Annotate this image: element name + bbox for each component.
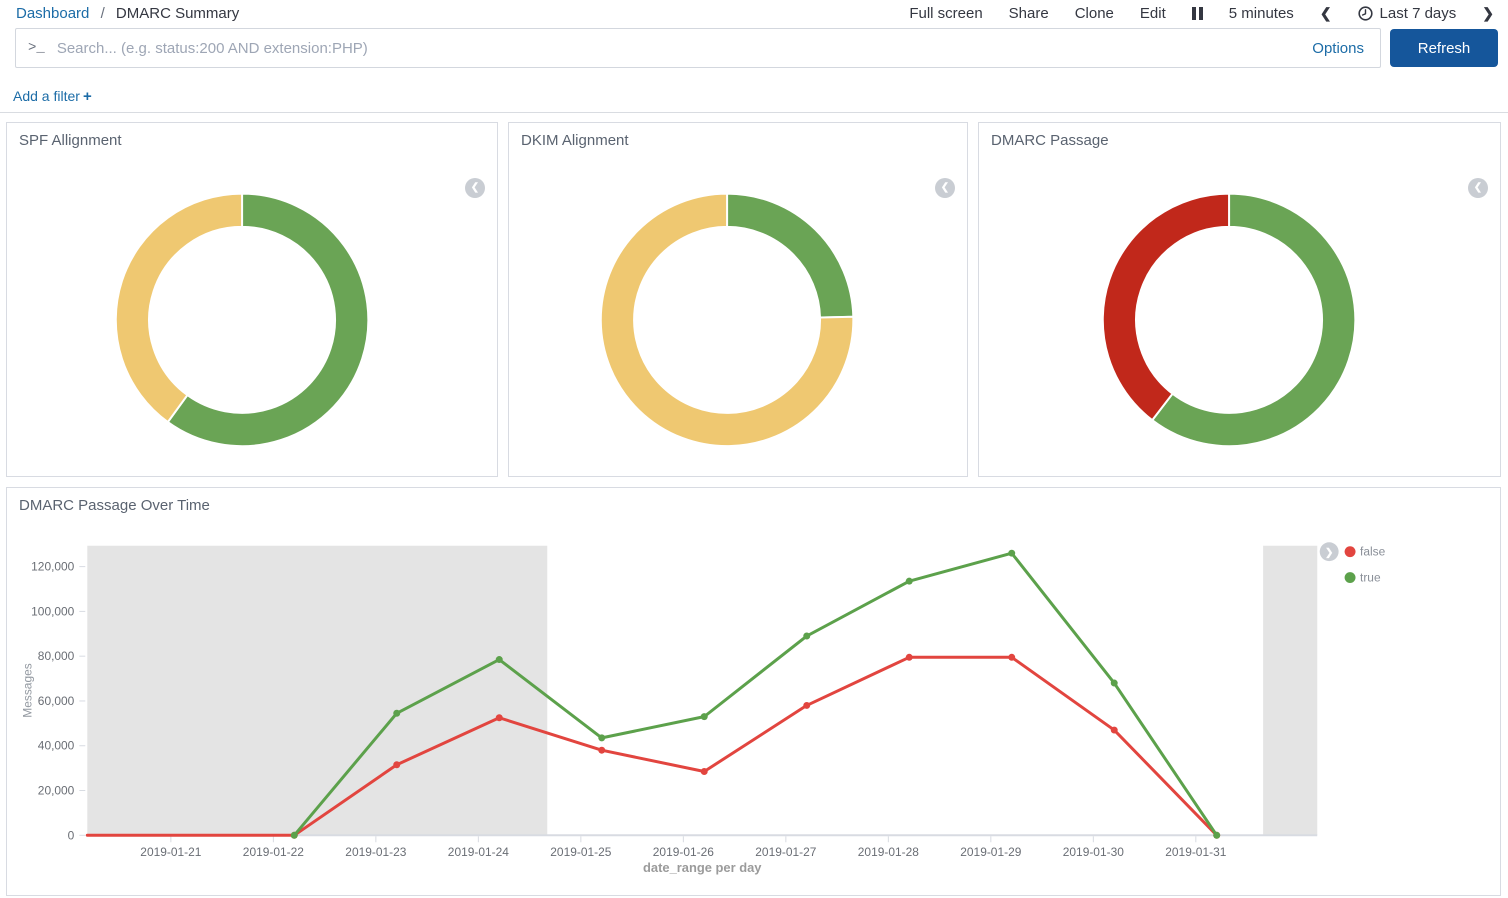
dashboard-actions: Full screen Share Clone Edit 5 minutes ❮… (909, 5, 1494, 22)
y-axis-title: Messages (21, 663, 35, 717)
refresh-button[interactable]: Refresh (1390, 29, 1498, 67)
x-tick-label: 2019-01-29 (960, 845, 1021, 859)
clock-icon (1358, 6, 1373, 21)
dkim-alignment-donut-chart (509, 123, 967, 476)
data-point-true[interactable] (1213, 832, 1220, 839)
data-point-false[interactable] (803, 702, 810, 709)
donut-slice-yellow[interactable] (116, 194, 242, 422)
svg-text:❯: ❯ (1325, 547, 1333, 558)
legend-item-false[interactable]: false (1345, 545, 1386, 559)
page-title: DMARC Summary (116, 5, 239, 22)
data-point-true[interactable] (598, 734, 605, 741)
share-button[interactable]: Share (1009, 5, 1049, 22)
edit-button[interactable]: Edit (1140, 5, 1166, 22)
data-point-true[interactable] (1008, 550, 1015, 557)
y-tick-label: 40,000 (38, 739, 75, 753)
search-input[interactable] (57, 40, 1296, 57)
options-link[interactable]: Options (1296, 40, 1380, 57)
legend-toggle-icon[interactable]: ❮ (1468, 178, 1488, 198)
svg-text:true: true (1360, 571, 1381, 585)
panel-dkim-alignment: DKIM Alignment ❮ (508, 122, 968, 477)
time-forward-icon[interactable]: ❯ (1482, 5, 1494, 22)
breadcrumb: Dashboard / DMARC Summary (16, 5, 239, 22)
data-point-true[interactable] (393, 710, 400, 717)
time-back-icon[interactable]: ❮ (1320, 5, 1332, 22)
y-tick-label: 80,000 (38, 649, 75, 663)
spf-alignment-donut-chart (7, 123, 497, 476)
y-tick-label: 100,000 (31, 604, 75, 618)
x-tick-label: 2019-01-28 (858, 845, 919, 859)
filter-bar: Add a filter+ (0, 68, 1508, 113)
full-screen-button[interactable]: Full screen (909, 5, 982, 22)
data-point-true[interactable] (906, 578, 913, 585)
x-tick-label: 2019-01-24 (448, 845, 509, 859)
breadcrumb-dashboard-link[interactable]: Dashboard (16, 5, 89, 22)
x-tick-label: 2019-01-27 (755, 845, 816, 859)
search-box: >_ Options (15, 28, 1381, 68)
panel-dmarc-passage: DMARC Passage ❮ (978, 122, 1501, 477)
donut-slice-green[interactable] (727, 194, 853, 318)
data-point-true[interactable] (291, 832, 298, 839)
legend-toggle-icon[interactable]: ❮ (465, 178, 485, 198)
data-point-false[interactable] (1111, 727, 1118, 734)
svg-text:false: false (1360, 545, 1386, 559)
y-tick-label: 0 (68, 828, 75, 842)
x-tick-label: 2019-01-31 (1165, 845, 1226, 859)
data-point-false[interactable] (598, 747, 605, 754)
x-tick-label: 2019-01-22 (243, 845, 304, 859)
breadcrumb-separator: / (101, 5, 105, 22)
query-bar: >_ Options Refresh (0, 26, 1508, 68)
data-point-true[interactable] (496, 656, 503, 663)
console-prompt-icon: >_ (16, 40, 57, 56)
y-tick-label: 20,000 (38, 783, 75, 797)
data-point-true[interactable] (1111, 680, 1118, 687)
donut-slice-red[interactable] (1103, 194, 1229, 421)
kibana-dashboard-page: Dashboard / DMARC Summary Full screen Sh… (0, 0, 1508, 898)
data-point-true[interactable] (803, 633, 810, 640)
panel-dmarc-passage-over-time: DMARC Passage Over Time 2019-01-212019-0… (6, 487, 1501, 896)
x-axis-title: date_range per day (643, 860, 762, 875)
x-tick-label: 2019-01-25 (550, 845, 611, 859)
x-tick-label: 2019-01-21 (140, 845, 201, 859)
clone-button[interactable]: Clone (1075, 5, 1114, 22)
y-tick-label: 60,000 (38, 694, 75, 708)
plus-icon: + (83, 88, 92, 105)
time-range-label: Last 7 days (1380, 5, 1457, 22)
time-range-shade (87, 546, 547, 836)
data-point-false[interactable] (701, 768, 708, 775)
legend-item-true[interactable]: true (1345, 571, 1381, 585)
data-point-false[interactable] (496, 714, 503, 721)
y-tick-label: 120,000 (31, 560, 75, 574)
x-tick-label: 2019-01-30 (1063, 845, 1124, 859)
pause-refresh-icon[interactable] (1192, 7, 1203, 20)
panel-spf-alignment: SPF Allignment ❮ (6, 122, 498, 477)
data-point-false[interactable] (393, 761, 400, 768)
legend-toggle-icon[interactable]: ❮ (935, 178, 955, 198)
data-point-true[interactable] (701, 713, 708, 720)
dmarc-passage-donut-chart (979, 123, 1500, 476)
x-tick-label: 2019-01-23 (345, 845, 406, 859)
x-tick-label: 2019-01-26 (653, 845, 714, 859)
time-range-picker[interactable]: Last 7 days (1358, 5, 1457, 22)
data-point-false[interactable] (1008, 654, 1015, 661)
data-point-false[interactable] (906, 654, 913, 661)
refresh-interval-button[interactable]: 5 minutes (1229, 5, 1294, 22)
top-bar: Dashboard / DMARC Summary Full screen Sh… (0, 0, 1508, 26)
chart-legend: ❯ false true (1320, 542, 1386, 584)
legend-toggle-icon[interactable]: ❯ (1320, 542, 1339, 561)
time-range-shade (1263, 546, 1317, 836)
dmarc-passage-over-time-line-chart: 2019-01-21 2019-01-22 2019-01-23 2019-01-24… (7, 488, 1500, 895)
add-filter-button[interactable]: Add a filter+ (13, 88, 92, 104)
